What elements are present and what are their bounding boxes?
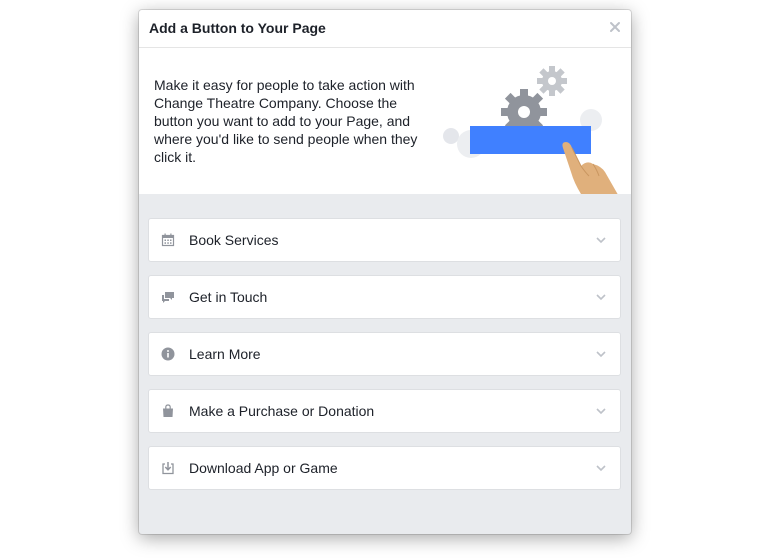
pointing-hand-icon bbox=[562, 142, 618, 194]
chevron-down-icon bbox=[596, 294, 606, 301]
info-icon bbox=[161, 347, 175, 361]
close-icon bbox=[610, 22, 620, 32]
add-button-dialog: Add a Button to Your Page Make it easy f… bbox=[139, 10, 631, 534]
option-learn-more[interactable]: Learn More bbox=[148, 332, 621, 376]
option-label: Book Services bbox=[189, 232, 279, 248]
shopping-bag-icon bbox=[163, 404, 173, 417]
intro-section: Make it easy for people to take action w… bbox=[139, 48, 631, 194]
close-button[interactable] bbox=[608, 20, 622, 34]
option-label: Download App or Game bbox=[189, 460, 338, 476]
option-book-services[interactable]: Book Services bbox=[148, 218, 621, 262]
intro-text: Make it easy for people to take action w… bbox=[154, 77, 418, 165]
chat-bubbles-icon bbox=[162, 292, 174, 303]
small-gear-icon bbox=[537, 66, 567, 96]
dialog-title: Add a Button to Your Page bbox=[149, 20, 326, 36]
button-illustration bbox=[443, 66, 618, 194]
calendar-icon bbox=[161, 233, 175, 247]
chevron-down-icon bbox=[596, 408, 606, 415]
option-make-purchase-or-donation[interactable]: Make a Purchase or Donation bbox=[148, 389, 621, 433]
option-label: Get in Touch bbox=[189, 289, 268, 305]
option-download-app-or-game[interactable]: Download App or Game bbox=[148, 446, 621, 490]
download-icon bbox=[162, 462, 174, 475]
option-get-in-touch[interactable]: Get in Touch bbox=[148, 275, 621, 319]
chevron-down-icon bbox=[596, 465, 606, 472]
option-label: Make a Purchase or Donation bbox=[189, 403, 375, 419]
chevron-down-icon bbox=[596, 237, 606, 244]
dialog-header: Add a Button to Your Page bbox=[139, 10, 631, 48]
chevron-down-icon bbox=[596, 351, 606, 358]
option-label: Learn More bbox=[189, 346, 261, 362]
